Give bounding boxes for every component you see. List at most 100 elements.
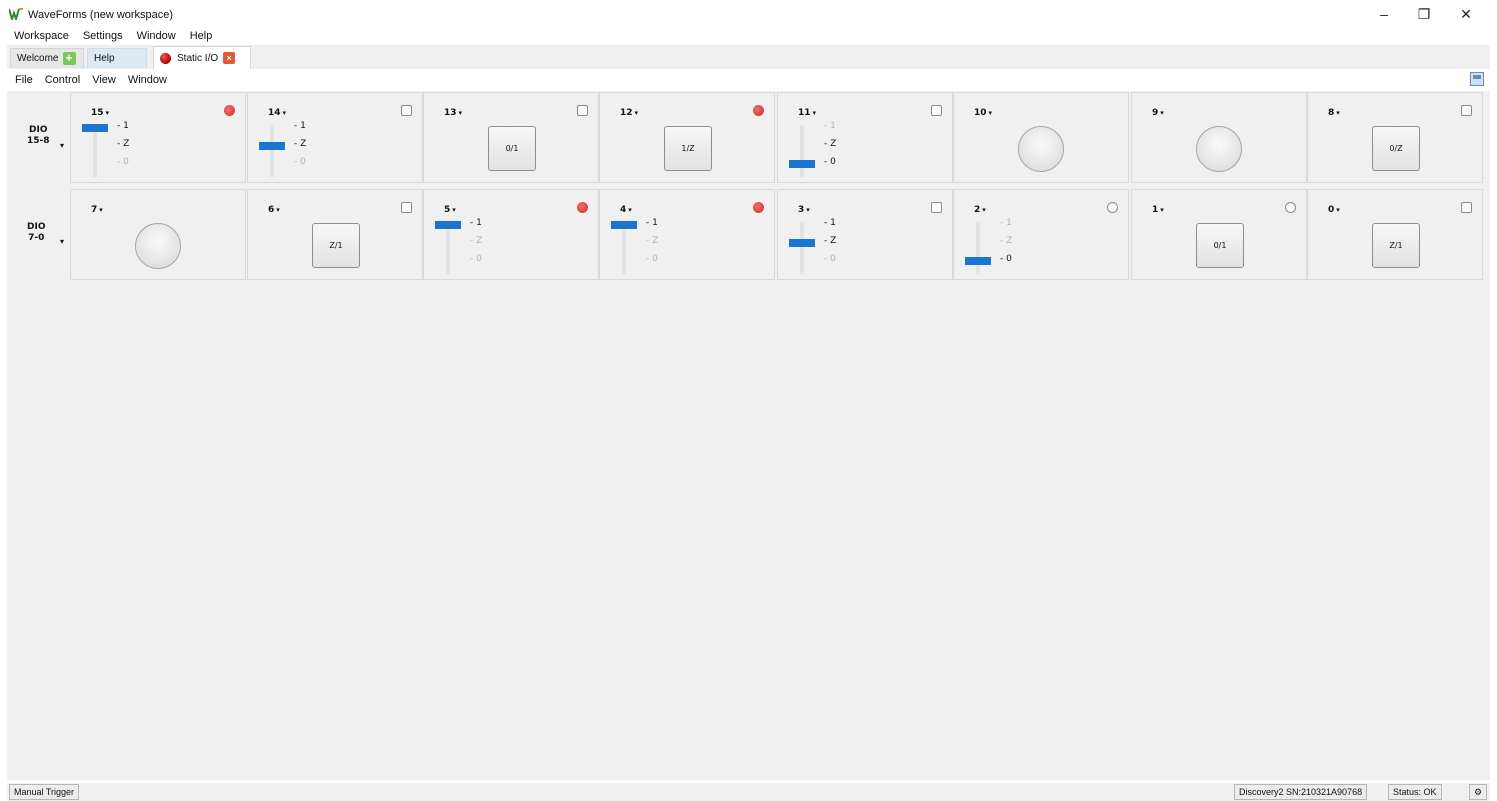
led-on-indicator bbox=[753, 105, 764, 116]
pin-label[interactable]: 12 ▾ bbox=[620, 108, 638, 118]
slider-thumb[interactable] bbox=[259, 142, 285, 150]
slider-track[interactable] bbox=[622, 222, 626, 274]
chevron-down-icon: ▾ bbox=[982, 206, 986, 214]
pin-number: 13 bbox=[444, 108, 457, 118]
slider-thumb[interactable] bbox=[789, 239, 815, 247]
chevron-down-icon[interactable]: ▾ bbox=[60, 237, 64, 246]
led-off-indicator bbox=[931, 105, 942, 116]
pin-number: 4 bbox=[620, 205, 627, 215]
dock-window-icon[interactable] bbox=[1470, 72, 1484, 86]
slider-thumb[interactable] bbox=[82, 124, 108, 132]
slider-tick-label: - 0 bbox=[1000, 254, 1012, 264]
menu-file[interactable]: File bbox=[9, 74, 39, 86]
toggle-button[interactable]: 0/1 bbox=[1196, 223, 1244, 268]
slider-thumb[interactable] bbox=[965, 257, 991, 265]
group-label-dio-7-0[interactable]: DIO 7-0 bbox=[27, 222, 45, 244]
slider-tick-label: - Z bbox=[646, 236, 659, 246]
chevron-down-icon: ▾ bbox=[1160, 206, 1164, 214]
chevron-down-icon[interactable]: ▾ bbox=[60, 141, 64, 150]
title-bar: WaveForms (new workspace) – ❐ ✕ bbox=[0, 0, 1497, 28]
dio-pin-3: 3 ▾ - 1 - Z - 0 bbox=[777, 189, 953, 280]
instrument-menu: File Control View Window bbox=[7, 69, 1490, 91]
tab-welcome-label: Welcome bbox=[17, 53, 59, 64]
toggle-button[interactable]: 1/Z bbox=[664, 126, 712, 171]
pin-label[interactable]: 0 ▾ bbox=[1328, 205, 1340, 215]
group-label-line1: DIO bbox=[29, 125, 48, 135]
dio-pin-13: 13 ▾ 0/1 bbox=[423, 92, 599, 183]
add-instrument-icon[interactable]: + bbox=[62, 52, 76, 65]
slider-thumb[interactable] bbox=[611, 221, 637, 229]
tab-welcome[interactable]: Welcome + bbox=[10, 48, 84, 68]
pin-number: 2 bbox=[974, 205, 981, 215]
device-info[interactable]: Discovery2 SN:210321A90768 bbox=[1234, 784, 1368, 800]
led-off-indicator bbox=[1107, 202, 1118, 213]
pin-label[interactable]: 9 ▾ bbox=[1152, 108, 1164, 118]
tab-help[interactable]: Help bbox=[87, 48, 147, 68]
slider-tick-label: - 0 bbox=[824, 254, 836, 264]
menu-view[interactable]: View bbox=[86, 74, 122, 86]
toggle-button[interactable]: Z/1 bbox=[1372, 223, 1420, 268]
menu-window[interactable]: Window bbox=[130, 28, 183, 45]
pin-label[interactable]: 5 ▾ bbox=[444, 205, 456, 215]
settings-gear-icon[interactable]: ⚙ bbox=[1469, 784, 1487, 800]
pin-label[interactable]: 3 ▾ bbox=[798, 205, 810, 215]
menu-help[interactable]: Help bbox=[183, 28, 220, 45]
pin-label[interactable]: 1 ▾ bbox=[1152, 205, 1164, 215]
menu-window-instrument[interactable]: Window bbox=[122, 74, 173, 86]
slider-tick-label: - 1 bbox=[1000, 218, 1012, 228]
menu-control[interactable]: Control bbox=[39, 74, 86, 86]
toggle-button[interactable]: Z/1 bbox=[312, 223, 360, 268]
pin-label[interactable]: 6 ▾ bbox=[268, 205, 280, 215]
slider-track[interactable] bbox=[446, 222, 450, 274]
tab-static-io[interactable]: Static I/O × bbox=[153, 46, 251, 69]
pin-number: 11 bbox=[798, 108, 811, 118]
maximize-button[interactable]: ❐ bbox=[1406, 3, 1442, 25]
pin-label[interactable]: 15 ▾ bbox=[91, 108, 109, 118]
waveforms-logo-icon bbox=[9, 8, 23, 20]
dio-pin-10: 10 ▾ bbox=[953, 92, 1129, 183]
pin-label[interactable]: 7 ▾ bbox=[91, 205, 103, 215]
slider-track[interactable] bbox=[800, 222, 804, 274]
close-tab-icon[interactable]: × bbox=[223, 52, 236, 64]
chevron-down-icon: ▾ bbox=[634, 109, 639, 117]
dio-pin-12: 12 ▾ 1/Z bbox=[599, 92, 775, 183]
slider-track[interactable] bbox=[800, 125, 804, 177]
slider-tick-label: - 0 bbox=[646, 254, 658, 264]
slider-thumb[interactable] bbox=[435, 221, 461, 229]
toggle-button[interactable]: 0/1 bbox=[488, 126, 536, 171]
pin-number: 14 bbox=[268, 108, 281, 118]
slider-track[interactable] bbox=[976, 222, 980, 274]
status-indicator: Status: OK bbox=[1388, 784, 1442, 800]
chevron-down-icon: ▾ bbox=[1336, 206, 1340, 214]
slider-tick-label: - Z bbox=[117, 139, 130, 149]
slider-thumb[interactable] bbox=[789, 160, 815, 168]
dio-pin-5: 5 ▾ - 1 - Z - 0 bbox=[423, 189, 599, 280]
slider-tick-label: - Z bbox=[470, 236, 483, 246]
led-off-indicator bbox=[1285, 202, 1296, 213]
pin-label[interactable]: 2 ▾ bbox=[974, 205, 986, 215]
led-off-indicator bbox=[931, 202, 942, 213]
group-label-dio-15-8[interactable]: DIO 15-8 bbox=[27, 125, 50, 147]
pin-label[interactable]: 10 ▾ bbox=[974, 108, 992, 118]
window-title: WaveForms (new workspace) bbox=[28, 9, 174, 21]
chevron-down-icon: ▾ bbox=[452, 206, 456, 214]
pin-label[interactable]: 14 ▾ bbox=[268, 108, 286, 118]
pin-label[interactable]: 13 ▾ bbox=[444, 108, 462, 118]
slider-tick-label: - 1 bbox=[117, 121, 129, 131]
led-off-indicator bbox=[577, 105, 588, 116]
toggle-button[interactable]: 0/Z bbox=[1372, 126, 1420, 171]
pin-label[interactable]: 4 ▾ bbox=[620, 205, 632, 215]
slider-track[interactable] bbox=[270, 125, 274, 177]
dio-pin-6: 6 ▾ Z/1 bbox=[247, 189, 423, 280]
pin-label[interactable]: 11 ▾ bbox=[798, 108, 816, 118]
record-icon bbox=[160, 52, 171, 64]
menu-settings[interactable]: Settings bbox=[76, 28, 130, 45]
minimize-button[interactable]: – bbox=[1366, 3, 1402, 25]
menu-workspace[interactable]: Workspace bbox=[7, 28, 76, 45]
group-label-line2: 15-8 bbox=[27, 136, 50, 146]
pin-number: 1 bbox=[1152, 205, 1159, 215]
slider-track[interactable] bbox=[93, 125, 97, 177]
manual-trigger-button[interactable]: Manual Trigger bbox=[9, 784, 80, 800]
close-button[interactable]: ✕ bbox=[1448, 3, 1484, 25]
pin-label[interactable]: 8 ▾ bbox=[1328, 108, 1340, 118]
